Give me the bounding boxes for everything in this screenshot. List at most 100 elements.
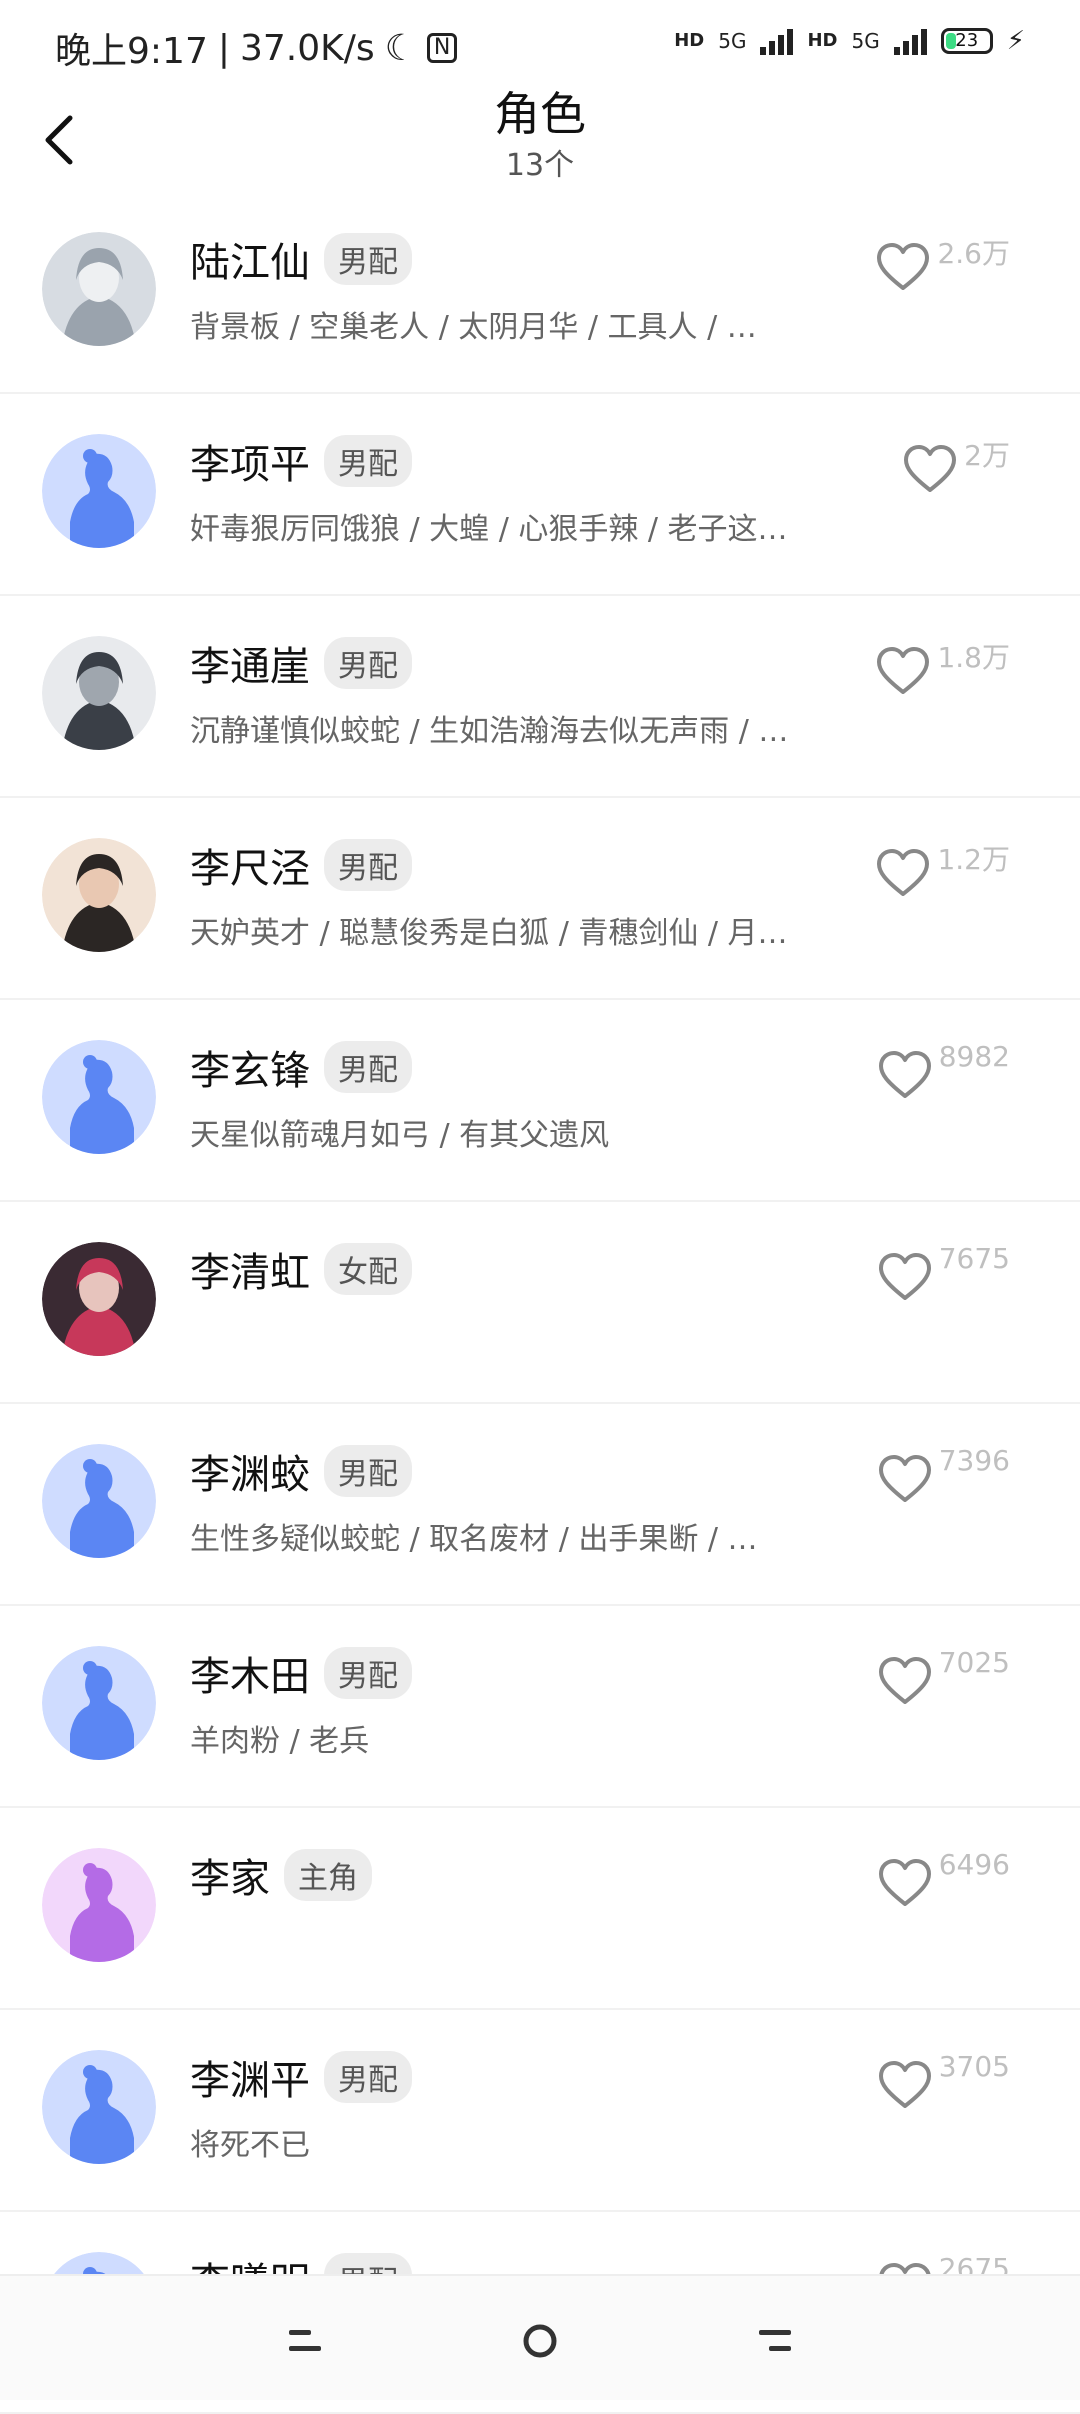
character-name: 李家 bbox=[190, 1856, 270, 1902]
avatar[interactable] bbox=[42, 434, 156, 548]
character-tags: 天妒英才 / 聪慧俊秀是白狐 / 青穗剑仙 / 月… bbox=[190, 916, 788, 951]
system-nav-bar bbox=[0, 2274, 1080, 2400]
avatar[interactable] bbox=[42, 1848, 156, 1962]
like-button[interactable]: 3705 bbox=[877, 2050, 1010, 2114]
hd-icon-2: HD bbox=[807, 30, 838, 51]
page-title: 角色 bbox=[494, 87, 586, 141]
like-count: 3705 bbox=[938, 2050, 1010, 2083]
network-5g-1: 5G bbox=[718, 29, 747, 53]
heart-icon[interactable] bbox=[877, 1250, 933, 1306]
name-line: 李尺泾 男配 bbox=[190, 836, 412, 894]
name-line: 李玄锋 男配 bbox=[190, 1038, 412, 1096]
like-button[interactable]: 6496 bbox=[877, 1848, 1010, 1912]
like-button[interactable]: 1.2万 bbox=[875, 838, 1010, 902]
character-row[interactable]: 李渊平 男配 将死不已 3705 bbox=[0, 2010, 1080, 2212]
home-circle-icon[interactable] bbox=[510, 2316, 570, 2366]
heart-icon[interactable] bbox=[877, 2058, 933, 2114]
like-button[interactable]: 2万 bbox=[902, 434, 1010, 498]
character-row[interactable]: 李通崖 男配 沉静谨慎似蛟蛇 / 生如浩瀚海去似无声雨 / … 1.8万 bbox=[0, 596, 1080, 798]
character-tags: 生性多疑似蛟蛇 / 取名废材 / 出手果断 / … bbox=[190, 1522, 758, 1557]
status-speed: 37.0K/s bbox=[239, 27, 375, 69]
character-name: 李尺泾 bbox=[190, 846, 310, 892]
moon-icon: ☾ bbox=[384, 27, 417, 69]
role-badge: 男配 bbox=[324, 637, 412, 689]
like-count: 7025 bbox=[938, 1646, 1010, 1679]
character-tags: 将死不已 bbox=[190, 2128, 310, 2163]
heart-icon[interactable] bbox=[877, 1856, 933, 1912]
name-line: 李通崖 男配 bbox=[190, 634, 412, 692]
character-row[interactable]: 李渊蛟 男配 生性多疑似蛟蛇 / 取名废材 / 出手果断 / … 7396 bbox=[0, 1404, 1080, 1606]
menu-icon[interactable] bbox=[275, 2316, 335, 2366]
role-badge: 男配 bbox=[324, 1647, 412, 1699]
like-count: 7396 bbox=[938, 1444, 1010, 1477]
heart-icon[interactable] bbox=[875, 846, 931, 902]
name-line: 李家 主角 bbox=[190, 1846, 372, 1904]
hd-icon: HD bbox=[674, 30, 705, 51]
character-tags: 沉静谨慎似蛟蛇 / 生如浩瀚海去似无声雨 / … bbox=[190, 714, 789, 749]
recent-icon[interactable] bbox=[745, 2316, 805, 2366]
character-row[interactable]: 李清虹 女配 7675 bbox=[0, 1202, 1080, 1404]
charging-icon: ⚡ bbox=[1006, 26, 1025, 56]
name-line: 陆江仙 男配 bbox=[190, 230, 412, 288]
battery-level: 23 bbox=[955, 30, 979, 51]
character-list: 陆江仙 男配 背景板 / 空巢老人 / 太阴月华 / 工具人 / … 2.6万 … bbox=[0, 192, 1080, 2414]
like-button[interactable]: 7396 bbox=[877, 1444, 1010, 1508]
avatar[interactable] bbox=[42, 1242, 156, 1356]
character-row[interactable]: 李尺泾 男配 天妒英才 / 聪慧俊秀是白狐 / 青穗剑仙 / 月… 1.2万 bbox=[0, 798, 1080, 1000]
name-line: 李清虹 女配 bbox=[190, 1240, 412, 1298]
like-count: 1.8万 bbox=[937, 641, 1010, 674]
signal-icon-2 bbox=[893, 27, 927, 55]
avatar[interactable] bbox=[42, 838, 156, 952]
character-row[interactable]: 李项平 男配 奸毒狠厉同饿狼 / 大蝗 / 心狠手辣 / 老子这… 2万 bbox=[0, 394, 1080, 596]
character-tags: 背景板 / 空巢老人 / 太阴月华 / 工具人 / … bbox=[190, 310, 757, 345]
network-5g-2: 5G bbox=[851, 29, 880, 53]
avatar[interactable] bbox=[42, 2050, 156, 2164]
heart-icon[interactable] bbox=[875, 644, 931, 700]
name-line: 李渊蛟 男配 bbox=[190, 1442, 412, 1500]
heart-icon[interactable] bbox=[877, 1048, 933, 1104]
avatar[interactable] bbox=[42, 636, 156, 750]
page-header: 角色 13个 bbox=[0, 70, 1080, 190]
character-row[interactable]: 李家 主角 6496 bbox=[0, 1808, 1080, 2010]
heart-icon[interactable] bbox=[877, 1452, 933, 1508]
name-line: 李渊平 男配 bbox=[190, 2048, 412, 2106]
like-count: 6496 bbox=[938, 1848, 1010, 1881]
character-row[interactable]: 陆江仙 男配 背景板 / 空巢老人 / 太阴月华 / 工具人 / … 2.6万 bbox=[0, 192, 1080, 394]
avatar[interactable] bbox=[42, 232, 156, 346]
role-badge: 男配 bbox=[324, 1445, 412, 1497]
like-count: 2.6万 bbox=[937, 237, 1010, 270]
character-tags: 奸毒狠厉同饿狼 / 大蝗 / 心狠手辣 / 老子这… bbox=[190, 512, 788, 547]
character-row[interactable]: 李木田 男配 羊肉粉 / 老兵 7025 bbox=[0, 1606, 1080, 1808]
like-button[interactable]: 2.6万 bbox=[875, 232, 1010, 296]
like-button[interactable]: 8982 bbox=[877, 1040, 1010, 1104]
role-badge: 男配 bbox=[324, 1041, 412, 1093]
like-count: 2万 bbox=[964, 439, 1010, 472]
like-count: 8982 bbox=[938, 1040, 1010, 1073]
character-tags: 天星似箭魂月如弓 / 有其父遗风 bbox=[190, 1118, 610, 1153]
role-badge: 主角 bbox=[284, 1849, 372, 1901]
role-badge: 女配 bbox=[324, 1243, 412, 1295]
nfc-icon: N bbox=[426, 33, 458, 63]
role-badge: 男配 bbox=[324, 233, 412, 285]
character-tags: 羊肉粉 / 老兵 bbox=[190, 1724, 370, 1759]
avatar[interactable] bbox=[42, 1040, 156, 1154]
role-badge: 男配 bbox=[324, 839, 412, 891]
character-name: 陆江仙 bbox=[190, 240, 310, 286]
like-button[interactable]: 7675 bbox=[877, 1242, 1010, 1306]
like-count: 7675 bbox=[938, 1242, 1010, 1275]
character-row[interactable]: 李玄锋 男配 天星似箭魂月如弓 / 有其父遗风 8982 bbox=[0, 1000, 1080, 1202]
like-button[interactable]: 7025 bbox=[877, 1646, 1010, 1710]
like-count: 1.2万 bbox=[937, 843, 1010, 876]
heart-icon[interactable] bbox=[877, 1654, 933, 1710]
character-name: 李项平 bbox=[190, 442, 310, 488]
status-left: 晚上9:17 | 37.0K/s ☾ N bbox=[55, 22, 458, 74]
role-badge: 男配 bbox=[324, 435, 412, 487]
avatar[interactable] bbox=[42, 1444, 156, 1558]
battery-icon: 23 bbox=[940, 28, 993, 54]
heart-icon[interactable] bbox=[875, 240, 931, 296]
like-button[interactable]: 1.8万 bbox=[875, 636, 1010, 700]
character-name: 李渊平 bbox=[190, 2058, 310, 2104]
character-name: 李渊蛟 bbox=[190, 1452, 310, 1498]
avatar[interactable] bbox=[42, 1646, 156, 1760]
heart-icon[interactable] bbox=[902, 442, 958, 498]
